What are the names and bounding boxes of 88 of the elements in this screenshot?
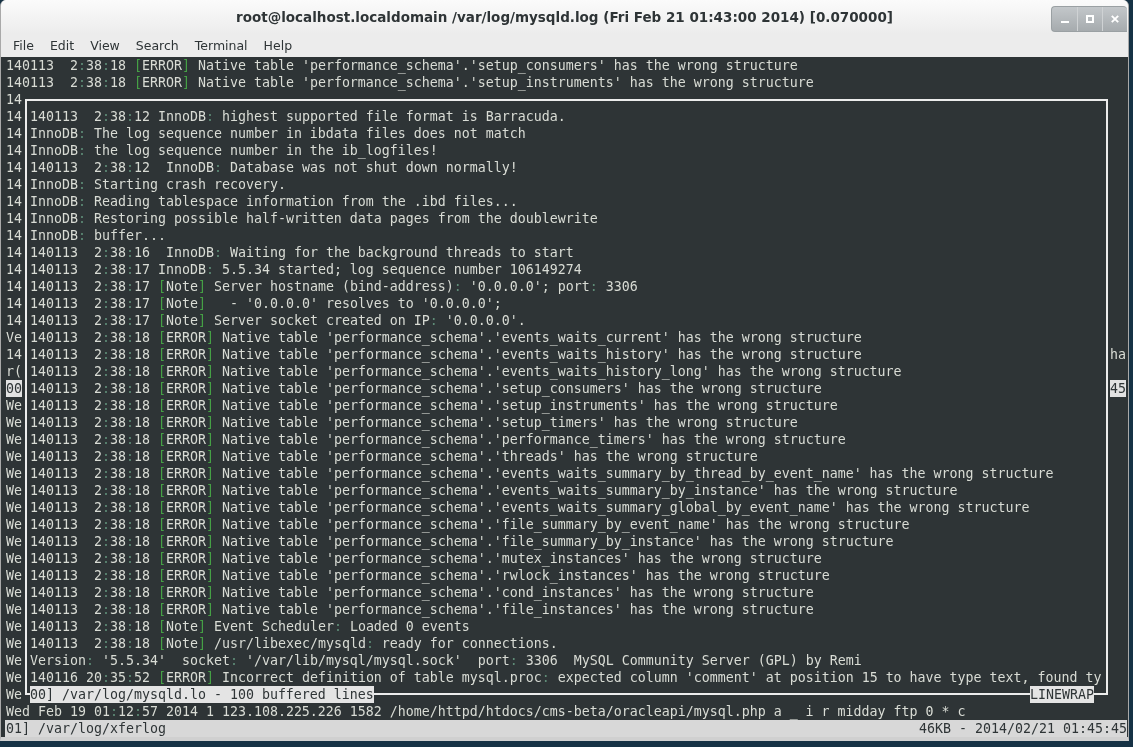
clipped-text: We	[6, 448, 22, 465]
clipped-text: 45	[1110, 380, 1126, 397]
status-file-info: 46KB - 2014/02/21 01:45:45	[919, 720, 1127, 737]
log-line: 140113 2:38:18 [ERROR] Native table 'performance_schema'.'file_summary_by_event_name' has the wrong structure	[30, 516, 911, 533]
clipped-text: We	[6, 482, 22, 499]
log-line: 140113 2:38:18 [ERROR] Native table 'performance_schema'.'events_waits_history_long' has the wrong structure	[30, 363, 903, 380]
log-line: 140113 2:38:18 [ERROR] Native table 'performance_schema'.'threads' has the wrong structure	[30, 448, 759, 465]
log-line: 140113 2:38:18 [ERROR] Native table 'performance_schema'.'rwlock_instances' has the wrong structure	[30, 567, 831, 584]
log-line: 140113 2:38:18 [ERROR] Native table 'performance_schema'.'events_waits_summary_by_instance' has the wrong structure	[30, 482, 959, 499]
log-line: 140116 20:35:52 [ERROR] Incorrect definition of table mysql.proc: expected column 'comment' at position 15 to have type text, found ty	[30, 669, 1103, 686]
menu-item[interactable]: View	[82, 36, 128, 55]
menu-item[interactable]: Edit	[41, 36, 83, 55]
log-line: 140113 2:38:18 [ERROR] Native table 'performance_schema'.'performance_timers' has the wrong structure	[30, 431, 847, 448]
menu-item[interactable]: Search	[127, 36, 187, 55]
menu-item[interactable]: File	[5, 36, 42, 55]
log-line: Wed Feb 19 01:12:57 2014 1 123.108.225.226 1582 /home/httpd/htdocs/cms-beta/oracleapi/mysql.php a _ i r midday ftp 0 * c	[6, 703, 967, 720]
clipped-text: 14	[6, 295, 22, 312]
log-line: 140113 2:38:18 [ERROR] Native table 'performance_schema'.'events_waits_current' has the wrong structure	[30, 329, 863, 346]
log-line: 140113 2:38:17 InnoDB: 5.5.34 started; log sequence number 106149274	[30, 261, 583, 278]
log-line: 140113 2:38:17 [Note] - '0.0.0.0' resolves to '0.0.0.0';	[30, 295, 503, 312]
log-line: 140113 2:38:18 [ERROR] Native table 'performance_schema'.'events_waits_summary_by_thread_by_event_name' has the wrong structure	[30, 465, 1055, 482]
window-title: root@localhost.localdomain /var/log/mysqld.log (Fri Feb 21 01:43:00 2014) [0.070000]	[236, 8, 893, 27]
clipped-text: Ve	[6, 329, 22, 346]
status-file-name: 01] /var/log/xferlog	[6, 720, 166, 737]
log-line: InnoDB: Reading tablespace information from the .ibd files...	[30, 193, 519, 210]
menu-item[interactable]: Help	[255, 36, 301, 55]
log-line: 140113 2:38:18 [Note] Event Scheduler: Loaded 0 events	[30, 618, 471, 635]
clipped-text: We	[6, 431, 22, 448]
log-line: InnoDB: the log sequence number in the ib_logfiles!	[30, 142, 439, 159]
clipped-text: 14	[6, 125, 22, 142]
log-line: InnoDB: Starting crash recovery.	[30, 176, 287, 193]
log-line: 140113 2:38:18 [ERROR] Native table 'performance_schema'.'file_instances' has the wrong structure	[30, 601, 815, 618]
clipped-text: 14	[6, 261, 22, 278]
log-line: 140113 2:38:18 [ERROR] Native table 'performance_schema'.'events_waits_summary_global_by_event_name' has the wrong structure	[30, 499, 1031, 516]
clipped-text: We	[6, 635, 22, 652]
log-line: 140113 2:38:17 [Note] Server socket created on IP: '0.0.0.0'.	[30, 312, 527, 329]
log-line: 140113 2:38:18 [ERROR] Native table 'performance_schema'.'file_summary_by_instance' has the wrong structure	[30, 533, 895, 550]
clipped-text: We	[6, 397, 22, 414]
clipped-text: We	[6, 516, 22, 533]
log-line: 140113 2:38:16 InnoDB: Waiting for the background threads to start	[30, 244, 575, 261]
clipped-text: 14	[6, 193, 22, 210]
clipped-text: We	[6, 567, 22, 584]
clipped-text: We	[6, 499, 22, 516]
log-line: 140113 2:38:12 InnoDB: highest supported file format is Barracuda.	[30, 108, 567, 125]
log-line: InnoDB: buffer...	[30, 227, 167, 244]
maximize-icon	[1086, 15, 1094, 23]
log-line: InnoDB: Restoring possible half-written data pages from the doublewrite	[30, 210, 599, 227]
clipped-text: We	[6, 550, 22, 567]
clipped-text: 14	[6, 91, 22, 108]
clipped-text: We	[6, 652, 22, 669]
clipped-text: 14	[6, 278, 22, 295]
clipped-text: 14	[6, 159, 22, 176]
log-line: 140113 2:38:18 [ERROR] Native table 'performance_schema'.'events_waits_history' has the wrong structure	[30, 346, 863, 363]
clipped-text: We	[6, 584, 22, 601]
clipped-text: ha	[1110, 346, 1126, 363]
clipped-text: 14	[6, 108, 22, 125]
clipped-text: We	[6, 414, 22, 431]
log-line: 140113 2:38:18 [ERROR] Native table 'performance_schema'.'setup_instruments' has the wrong structure	[6, 74, 815, 91]
clipped-text: 14	[6, 244, 22, 261]
log-line: 140113 2:38:18 [ERROR] Native table 'performance_schema'.'setup_consumers' has the wrong structure	[6, 57, 799, 74]
clipped-text: 14	[6, 346, 22, 363]
clipped-text: We	[6, 686, 22, 703]
clipped-text: We	[6, 533, 22, 550]
clipped-text: 14	[6, 176, 22, 193]
clipped-text: 14	[6, 227, 22, 244]
log-line: 140113 2:38:12 InnoDB: Database was not shut down normally!	[30, 159, 519, 176]
clipped-text: We	[6, 669, 22, 686]
clipped-text: 00	[6, 380, 22, 397]
wrap-mode-label: LINEWRAP	[1030, 686, 1094, 703]
log-line: 140113 2:38:18 [ERROR] Native table 'performance_schema'.'mutex_instances' has the wrong structure	[30, 550, 823, 567]
pane-status-label: 00] /var/log/mysqld.lo - 100 buffered lines	[30, 686, 374, 703]
clipped-text: r(	[6, 363, 22, 380]
log-line: Version: '5.5.34' socket: '/var/lib/mysql/mysql.sock' port: 3306 MySQL Community Server (GPL) by Remi	[30, 652, 863, 669]
log-line: InnoDB: The log sequence number in ibdata files does not match	[30, 125, 527, 142]
clipped-text: We	[6, 601, 22, 618]
clipped-text: 14	[6, 210, 22, 227]
close-icon	[1111, 15, 1119, 23]
log-line: 140113 2:38:18 [ERROR] Native table 'performance_schema'.'cond_instances' has the wrong structure	[30, 584, 815, 601]
log-line: 140113 2:38:18 [ERROR] Native table 'performance_schema'.'setup_consumers' has the wrong structure	[30, 380, 823, 397]
clipped-text: 14	[6, 142, 22, 159]
log-line: 140113 2:38:18 [ERROR] Native table 'performance_schema'.'setup_timers' has the wrong structure	[30, 414, 799, 431]
clipped-text: We	[6, 465, 22, 482]
clipped-text: We	[6, 618, 22, 635]
log-line: 140113 2:38:17 [Note] Server hostname (bind-address): '0.0.0.0'; port: 3306	[30, 278, 639, 295]
log-line: 140113 2:38:18 [Note] /usr/libexec/mysqld: ready for connections.	[30, 635, 559, 652]
menu-item[interactable]: Terminal	[186, 36, 256, 55]
log-line: 140113 2:38:18 [ERROR] Native table 'performance_schema'.'setup_instruments' has the wrong structure	[30, 397, 839, 414]
clipped-text: 14	[6, 312, 22, 329]
